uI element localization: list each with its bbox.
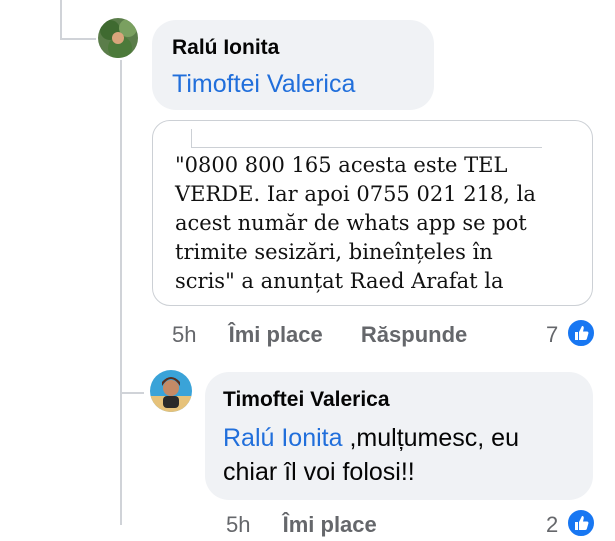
reply-text-line1: Ralú Ionita ,mulțumesc, eu [223, 424, 519, 453]
thumbs-up-icon[interactable] [566, 508, 596, 538]
quote-line: scris" a anunțat Raed Arafat la [175, 269, 504, 293]
thread-line-main [120, 60, 122, 525]
quote-card-inner-frame [191, 129, 542, 148]
reaction-count[interactable]: 7 [546, 322, 558, 348]
quote-line: "0800 800 165 acesta este TEL [175, 153, 508, 177]
thread-line-reply-branch [120, 392, 144, 394]
shared-quote-card[interactable]: "0800 800 165 acesta este TEL VERDE. Iar… [152, 120, 593, 306]
comment-actions: 5h Îmi place Răspunde [172, 322, 467, 348]
quote-line: trimite sesizări, bineînțeles în [175, 240, 493, 264]
avatar-timoftei-valerica[interactable] [150, 370, 192, 412]
mention-link[interactable]: Ralú Ionita [223, 424, 343, 452]
reply-action[interactable]: Răspunde [361, 322, 467, 347]
comment-author[interactable]: Ralú Ionita [172, 36, 279, 60]
quote-line: VERDE. Iar apoi 0755 021 218, la [175, 182, 536, 206]
thread-line-curve [60, 38, 96, 40]
comment-timestamp[interactable]: 5h [172, 322, 196, 347]
reply-text: ,mulțumesc, eu [342, 424, 519, 452]
comment-bubble-ralu: Ralú Ionita Timoftei Valerica [152, 20, 434, 110]
reply-bubble-timoftei: Timoftei Valerica Ralú Ionita ,mulțumesc… [205, 372, 593, 500]
quote-text: "0800 800 165 acesta este TEL VERDE. Iar… [175, 151, 536, 296]
reaction-count[interactable]: 2 [546, 512, 558, 538]
reply-author[interactable]: Timoftei Valerica [223, 388, 390, 412]
reply-actions: 5h Îmi place [226, 512, 377, 538]
mention-link[interactable]: Timoftei Valerica [172, 70, 355, 99]
reply-text-line2: chiar îl voi folosi!! [223, 458, 415, 486]
like-action[interactable]: Îmi place [229, 322, 323, 347]
avatar-ralu-ionita[interactable] [98, 18, 138, 58]
quote-line: acest număr de whats app se pot [175, 211, 527, 235]
thumbs-up-icon[interactable] [566, 318, 596, 348]
